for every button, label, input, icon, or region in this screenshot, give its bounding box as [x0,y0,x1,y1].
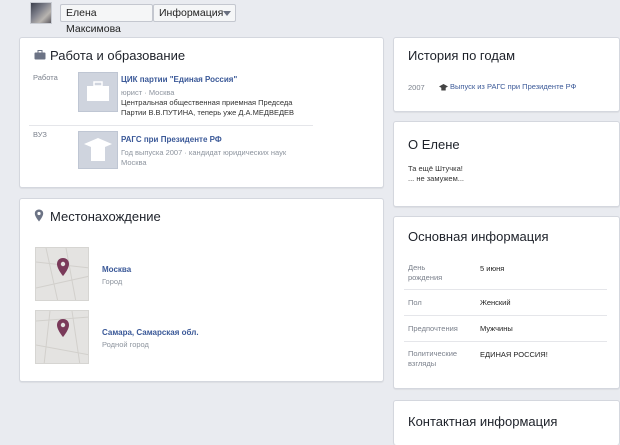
work-education-title: Работа и образование [50,48,186,63]
about-line1: Та ещё Штучка! [408,164,463,173]
birthday-label-2: рождения [408,273,443,282]
job-org-link[interactable]: ЦИК партии "Единая Россия" [121,75,237,84]
current-city-type: Город [102,277,123,286]
basic-info-card: Основная информация День рождения 5 июня… [393,216,620,389]
about-title: О Елене [408,137,460,152]
location-title: Местонахождение [50,209,161,224]
history-card: История по годам 2007 Выпуск из РАГС при… [393,37,620,112]
breadcrumb-section-dropdown[interactable]: Информация [153,4,236,22]
top-bar: Елена Максимова Информация [0,0,620,35]
divider [404,289,607,290]
interested-in-label: Предпочтения [408,324,458,333]
interested-in-value: Мужчины [480,324,513,333]
map-thumbnail-hometown[interactable] [35,310,89,364]
location-pin-icon [34,209,44,222]
work-label: Работа [33,73,58,82]
history-year: 2007 [408,83,425,92]
contact-info-title: Контактная информация [408,414,558,429]
briefcase-icon [34,50,46,60]
briefcase-placeholder-icon [87,81,109,101]
breadcrumb-name[interactable]: Елена Максимова [60,4,153,35]
about-line2: ... не замужем... [408,174,465,183]
map-pin-icon [36,311,88,363]
political-views-label-1: Политические [408,349,458,358]
gender-label: Пол [408,298,422,307]
about-card: О Елене Та ещё Штучка! ... не замужем... [393,121,620,207]
graduation-cap-icon [84,138,112,161]
political-views-value: ЕДИНАЯ РОССИЯ! [480,350,548,359]
gender-value: Женский [480,298,511,307]
history-event-link[interactable]: Выпуск из РАГС при Президенте РФ [450,82,576,92]
job-desc-line2: Партии В.В.ПУТИНА, теперь уже Д.А.МЕДВЕД… [121,108,295,117]
avatar[interactable] [30,2,52,24]
chevron-down-icon [223,11,231,16]
edu-city: Москва [121,158,147,167]
edu-thumbnail[interactable] [78,131,118,169]
job-desc-line1: Центральная общественная приемная Предсе… [121,98,293,107]
hometown-link[interactable]: Самара, Самарская обл. [102,328,199,337]
job-thumbnail[interactable] [78,72,118,112]
basic-info-title: Основная информация [408,229,549,244]
map-thumbnail-current-city[interactable] [35,247,89,301]
map-pin-icon [36,248,88,300]
edu-meta: Год выпуска 2007 · кандидат юридических … [121,148,287,157]
breadcrumb-section-label: Информация [159,7,224,19]
divider [404,315,607,316]
divider [404,341,607,342]
location-card: Местонахождение Москва Город Самара, Сам… [19,198,384,382]
edu-org-link[interactable]: РАГС при Президенте РФ [121,135,222,144]
political-views-label-2: взгляды [408,359,437,368]
divider [29,125,313,126]
birthday-label-1: День [408,263,426,272]
graduation-cap-icon [439,84,448,91]
birthday-value: 5 июня [480,264,505,273]
work-education-card: Работа и образование Работа ЦИК партии "… [19,37,384,188]
history-title: История по годам [408,48,516,63]
contact-info-card: Контактная информация [393,400,620,445]
current-city-link[interactable]: Москва [102,265,131,274]
hometown-type: Родной город [102,340,149,349]
edu-label: ВУЗ [33,130,47,139]
job-meta: юрист · Москва [121,88,175,97]
